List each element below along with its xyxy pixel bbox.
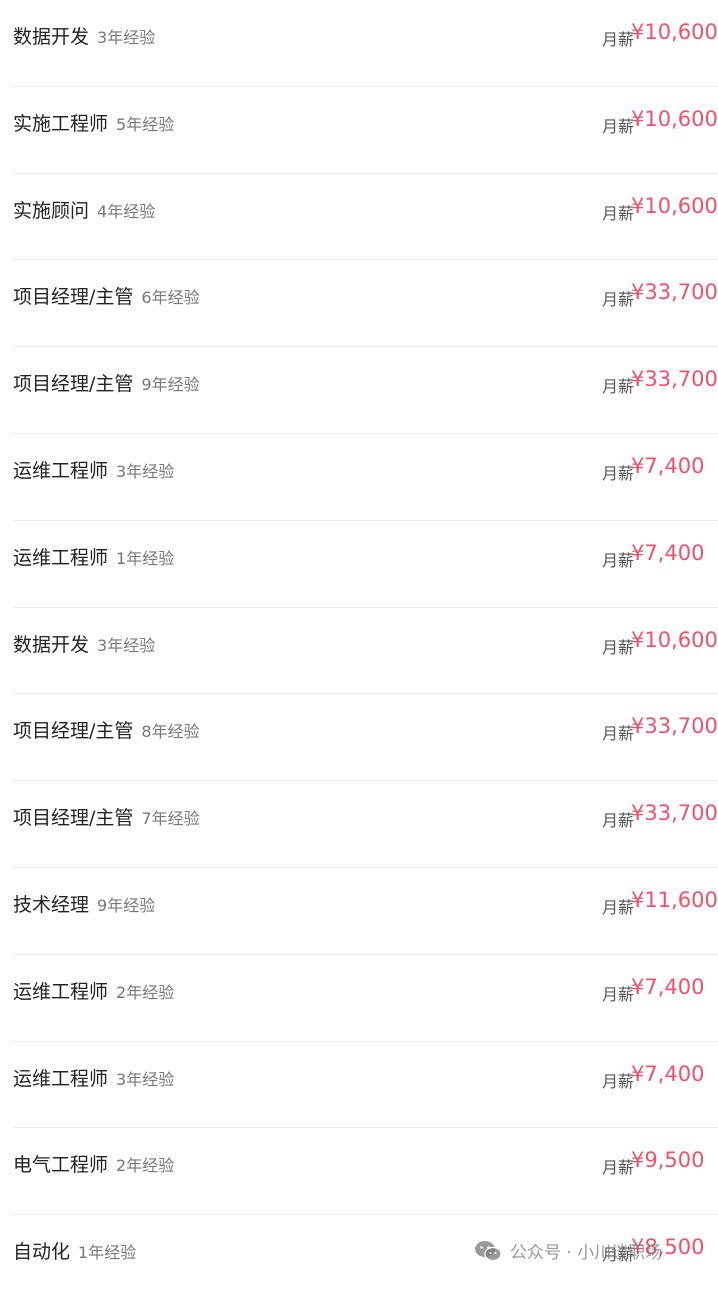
salary-value: ¥10,600 (631, 20, 718, 44)
experience-label: 1年经验 (116, 548, 175, 568)
salary-label: 月薪 (601, 637, 634, 657)
experience-label: 7年经验 (141, 809, 200, 829)
list-item[interactable]: 项目经理/主管 8年经验 月薪 ¥33,700 (13, 694, 718, 782)
salary-label: 月薪 (601, 1245, 634, 1265)
job-title: 项目经理/主管 7年经验 (13, 807, 200, 830)
experience-label: 9年经验 (97, 895, 156, 915)
experience-label: 3年经验 (116, 1069, 175, 1089)
experience-label: 3年经验 (116, 461, 175, 481)
salary-label: 月薪 (601, 377, 634, 397)
job-title: 自动化 1年经验 (13, 1241, 137, 1264)
salary-value: ¥7,400 (631, 540, 705, 565)
experience-label: 1年经验 (78, 1243, 137, 1263)
salary-label: 月薪 (601, 116, 634, 136)
salary-value: ¥7,400 (631, 453, 705, 478)
experience-label: 2年经验 (116, 982, 175, 1002)
job-title: 运维工程师 3年经验 (13, 459, 175, 482)
salary-value: ¥8,500 (631, 1235, 705, 1260)
salary-label: 月薪 (601, 984, 634, 1004)
salary-value: ¥10,600 (631, 627, 718, 652)
salary-value: ¥11,600 (631, 887, 718, 912)
list-item[interactable]: 自动化 1年经验 月薪 ¥8,500 (13, 1215, 718, 1302)
job-title: 项目经理/主管 6年经验 (13, 286, 200, 309)
salary-value: ¥9,500 (631, 1148, 705, 1173)
salary-label: 月薪 (601, 1158, 634, 1178)
salary-value: ¥7,400 (631, 1061, 705, 1086)
list-item[interactable]: 运维工程师 2年经验 月薪 ¥7,400 (13, 955, 718, 1042)
job-title: 技术经理 9年经验 (13, 893, 156, 916)
experience-label: 3年经验 (97, 28, 156, 47)
job-title: 电气工程师 2年经验 (13, 1154, 175, 1177)
list-item[interactable]: 运维工程师 3年经验 月薪 ¥7,400 (13, 1042, 718, 1129)
experience-label: 4年经验 (97, 201, 156, 221)
job-title: 实施顾问 4年经验 (13, 199, 156, 222)
list-item[interactable]: 运维工程师 3年经验 月薪 ¥7,400 (13, 434, 718, 521)
salary-label: 月薪 (601, 550, 634, 570)
experience-label: 2年经验 (116, 1156, 175, 1176)
list-item[interactable]: 技术经理 9年经验 月薪 ¥11,600 (13, 868, 718, 955)
job-title: 项目经理/主管 8年经验 (13, 720, 200, 743)
experience-label: 9年经验 (141, 375, 200, 395)
experience-label: 5年经验 (116, 114, 175, 134)
job-title: 项目经理/主管 9年经验 (13, 373, 200, 396)
experience-label: 3年经验 (97, 635, 156, 655)
list-item[interactable]: 项目经理/主管 6年经验 月薪 ¥33,700 (13, 260, 718, 348)
job-title: 数据开发 3年经验 (13, 26, 156, 48)
salary-value: ¥33,700 (631, 367, 718, 392)
job-title: 运维工程师 1年经验 (13, 546, 175, 569)
salary-label: 月薪 (601, 897, 634, 917)
salary-label: 月薪 (601, 463, 634, 483)
salary-label: 月薪 (601, 203, 634, 223)
salary-label: 月薪 (601, 1071, 634, 1091)
salary-value: ¥10,600 (631, 193, 718, 218)
job-title: 实施工程师 5年经验 (13, 112, 175, 135)
job-title: 运维工程师 3年经验 (13, 1067, 175, 1090)
list-item[interactable]: 项目经理/主管 9年经验 月薪 ¥33,700 (13, 347, 718, 434)
salary-label: 月薪 (601, 290, 634, 310)
job-title: 数据开发 3年经验 (13, 633, 156, 656)
list-item[interactable]: 电气工程师 2年经验 月薪 ¥9,500 (13, 1128, 718, 1216)
job-salary-list: 数据开发 3年经验 月薪 ¥10,600 实施工程师 5年经验 月薪 ¥10,600… (0, 0, 718, 1302)
list-item[interactable]: 实施顾问 4年经验 月薪 ¥10,600 (13, 174, 718, 261)
list-item[interactable]: 数据开发 3年经验 月薪 ¥10,600 (13, 0, 718, 87)
job-title: 运维工程师 2年经验 (13, 980, 175, 1003)
list-item[interactable]: 实施工程师 5年经验 月薪 ¥10,600 (13, 87, 718, 174)
experience-label: 8年经验 (141, 722, 200, 742)
list-item[interactable]: 项目经理/主管 7年经验 月薪 ¥33,700 (13, 781, 718, 868)
list-item[interactable]: 数据开发 3年经验 月薪 ¥10,600 (13, 608, 718, 695)
salary-value: ¥7,400 (631, 974, 705, 999)
salary-label: 月薪 (601, 724, 634, 744)
salary-value: ¥33,700 (631, 714, 718, 739)
salary-label: 月薪 (601, 30, 634, 49)
salary-value: ¥10,600 (631, 106, 718, 131)
experience-label: 6年经验 (141, 288, 200, 308)
salary-value: ¥33,700 (631, 801, 718, 826)
salary-label: 月薪 (601, 811, 634, 831)
salary-value: ¥33,700 (631, 280, 718, 305)
list-item[interactable]: 运维工程师 1年经验 月薪 ¥7,400 (13, 521, 718, 608)
